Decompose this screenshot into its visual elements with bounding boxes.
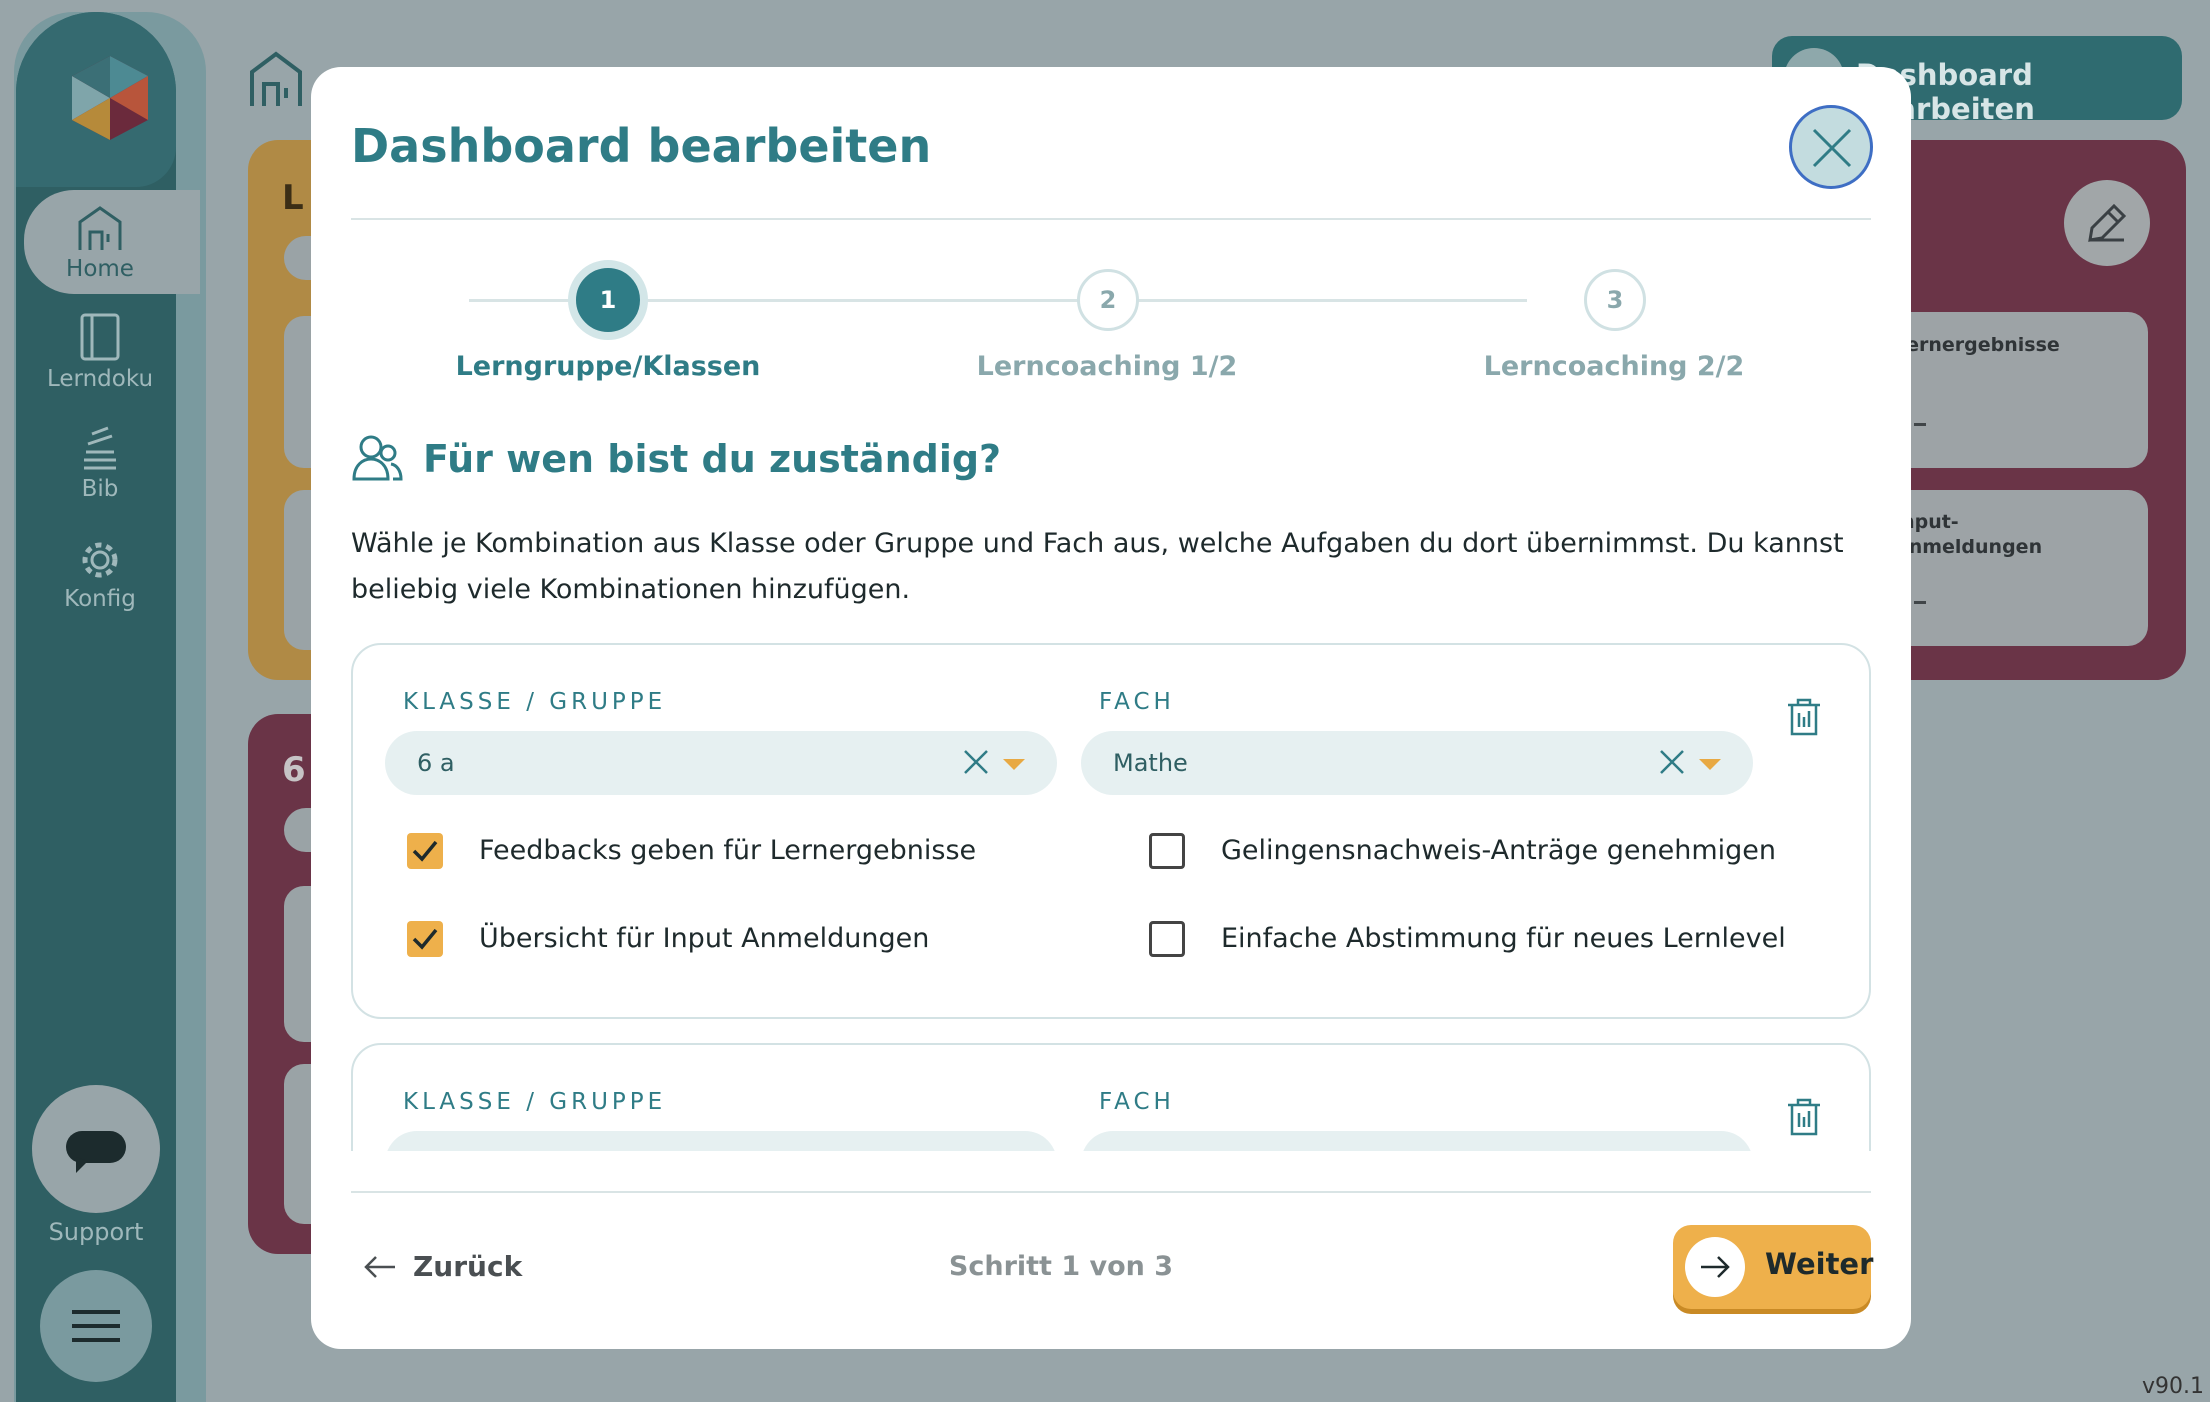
step-2-circle[interactable]: 2 [1077, 269, 1139, 331]
edit-dashboard-modal: Dashboard bearbeiten 1 2 3 Lerngruppe/Kl… [311, 67, 1911, 1349]
menu-button [40, 1270, 152, 1382]
trash-icon[interactable] [1786, 1097, 1822, 1137]
tile-input-anmeldungen-label: Input- Anmeldungen [1894, 511, 2043, 558]
subject-label: FACH [1099, 1089, 1175, 1115]
checkbox-checked[interactable] [407, 833, 443, 869]
combination-card: KLASSE / GRUPPE FACH 6 a Mathe Feedbacks… [351, 643, 1871, 1019]
option-label: Gelingensnachweis-Anträge genehmigen [1221, 835, 1777, 866]
combinations-scroll-area[interactable]: KLASSE / GRUPPE FACH 6 a Mathe Feedbacks… [351, 643, 1891, 1151]
step-3-label[interactable]: Lerncoaching 2/2 [1434, 351, 1794, 382]
section-description: Wähle je Kombination aus Klasse oder Gru… [351, 528, 1844, 605]
tile-lernergebnisse-label: Lernergebnisse [1894, 334, 2060, 356]
subject-value: Mathe [1113, 749, 1188, 777]
support-label: Support [48, 1218, 144, 1246]
step-1-circle[interactable]: 1 [568, 260, 648, 340]
arrow-left-icon [364, 1256, 395, 1278]
nav-home-label: Home [66, 256, 134, 282]
close-button[interactable] [1789, 105, 1873, 189]
app-logo-icon [72, 56, 148, 140]
option-gelingensnachweis[interactable]: Gelingensnachweis-Anträge genehmigen [1149, 831, 1776, 871]
class-group-value: 6 a [417, 749, 455, 777]
next-label: Weiter [1765, 1247, 1874, 1281]
card-title-fragment: L [282, 178, 304, 218]
checkmark-icon [412, 840, 438, 862]
nav-lerndoku-label: Lerndoku [46, 366, 154, 392]
next-icon-circle [1685, 1237, 1745, 1297]
checkbox-unchecked[interactable] [1149, 833, 1185, 869]
option-label: Übersicht für Input Anmeldungen [479, 923, 930, 954]
tile-dash [1914, 601, 1926, 604]
next-button[interactable]: Weiter [1673, 1225, 1874, 1309]
card-title-fragment: 6 [282, 750, 306, 790]
chevron-down-icon[interactable] [1003, 759, 1025, 770]
divider [351, 1191, 1871, 1193]
option-input-anmeldungen[interactable]: Übersicht für Input Anmeldungen [407, 919, 929, 959]
subject-select[interactable] [1081, 1131, 1753, 1151]
checkmark-icon [412, 928, 438, 950]
nav-home: Home [24, 190, 200, 294]
option-feedbacks[interactable]: Feedbacks geben für Lernergebnisse [407, 831, 976, 871]
chevron-down-icon[interactable] [1699, 759, 1721, 770]
home-icon [78, 206, 122, 250]
close-icon [1812, 128, 1852, 168]
clear-icon[interactable] [963, 749, 989, 775]
checkbox-checked[interactable] [407, 921, 443, 957]
option-abstimmung-lernlevel[interactable]: Einfache Abstimmung für neues Lernlevel [1149, 919, 1786, 959]
clear-icon[interactable] [1659, 749, 1685, 775]
nav-bib-label: Bib [81, 476, 119, 502]
support-button [32, 1085, 160, 1213]
chat-bubble-icon [66, 1131, 126, 1173]
step-2-label[interactable]: Lerncoaching 1/2 [927, 351, 1287, 382]
step-3-circle[interactable]: 3 [1584, 269, 1646, 331]
option-label: Feedbacks geben für Lernergebnisse [479, 835, 977, 866]
class-group-label: KLASSE / GRUPPE [403, 1089, 667, 1115]
page-home-icon [250, 51, 302, 106]
arrow-right-icon [1701, 1256, 1730, 1278]
checkbox-unchecked[interactable] [1149, 921, 1185, 957]
step-indicator: Schritt 1 von 3 [948, 1251, 1174, 1282]
back-button[interactable]: Zurück [363, 1247, 522, 1287]
hamburger-icon [72, 1310, 120, 1342]
option-label: Einfache Abstimmung für neues Lernlevel [1221, 923, 1786, 954]
nav-konfig: Konfig [24, 538, 176, 612]
combination-card: KLASSE / GRUPPE FACH [351, 1043, 1871, 1151]
notebook-icon [80, 313, 120, 361]
trash-icon[interactable] [1786, 697, 1822, 737]
tile-dash [1914, 423, 1926, 426]
books-icon [84, 426, 116, 470]
class-group-label: KLASSE / GRUPPE [403, 689, 667, 715]
class-group-select[interactable]: 6 a [385, 731, 1057, 795]
divider [351, 218, 1871, 220]
nav-bib: Bib [24, 424, 176, 502]
pencil-icon [2088, 203, 2127, 242]
section-title: Für wen bist du zuständig? [423, 437, 1002, 481]
subject-label: FACH [1099, 689, 1175, 715]
version-label: v90.1 [2142, 1374, 2205, 1399]
nav-lerndoku: Lerndoku [24, 312, 176, 392]
gear-icon [82, 542, 118, 578]
nav-konfig-label: Konfig [64, 586, 136, 612]
back-label: Zurück [413, 1250, 523, 1283]
subject-select[interactable]: Mathe [1081, 731, 1753, 795]
step-1-label[interactable]: Lerngruppe/Klassen [428, 351, 788, 382]
users-icon [352, 435, 403, 481]
modal-title: Dashboard bearbeiten [351, 119, 932, 173]
logo-area [16, 12, 176, 187]
pencil-edit-button [2064, 180, 2150, 266]
class-group-select[interactable] [385, 1131, 1057, 1151]
